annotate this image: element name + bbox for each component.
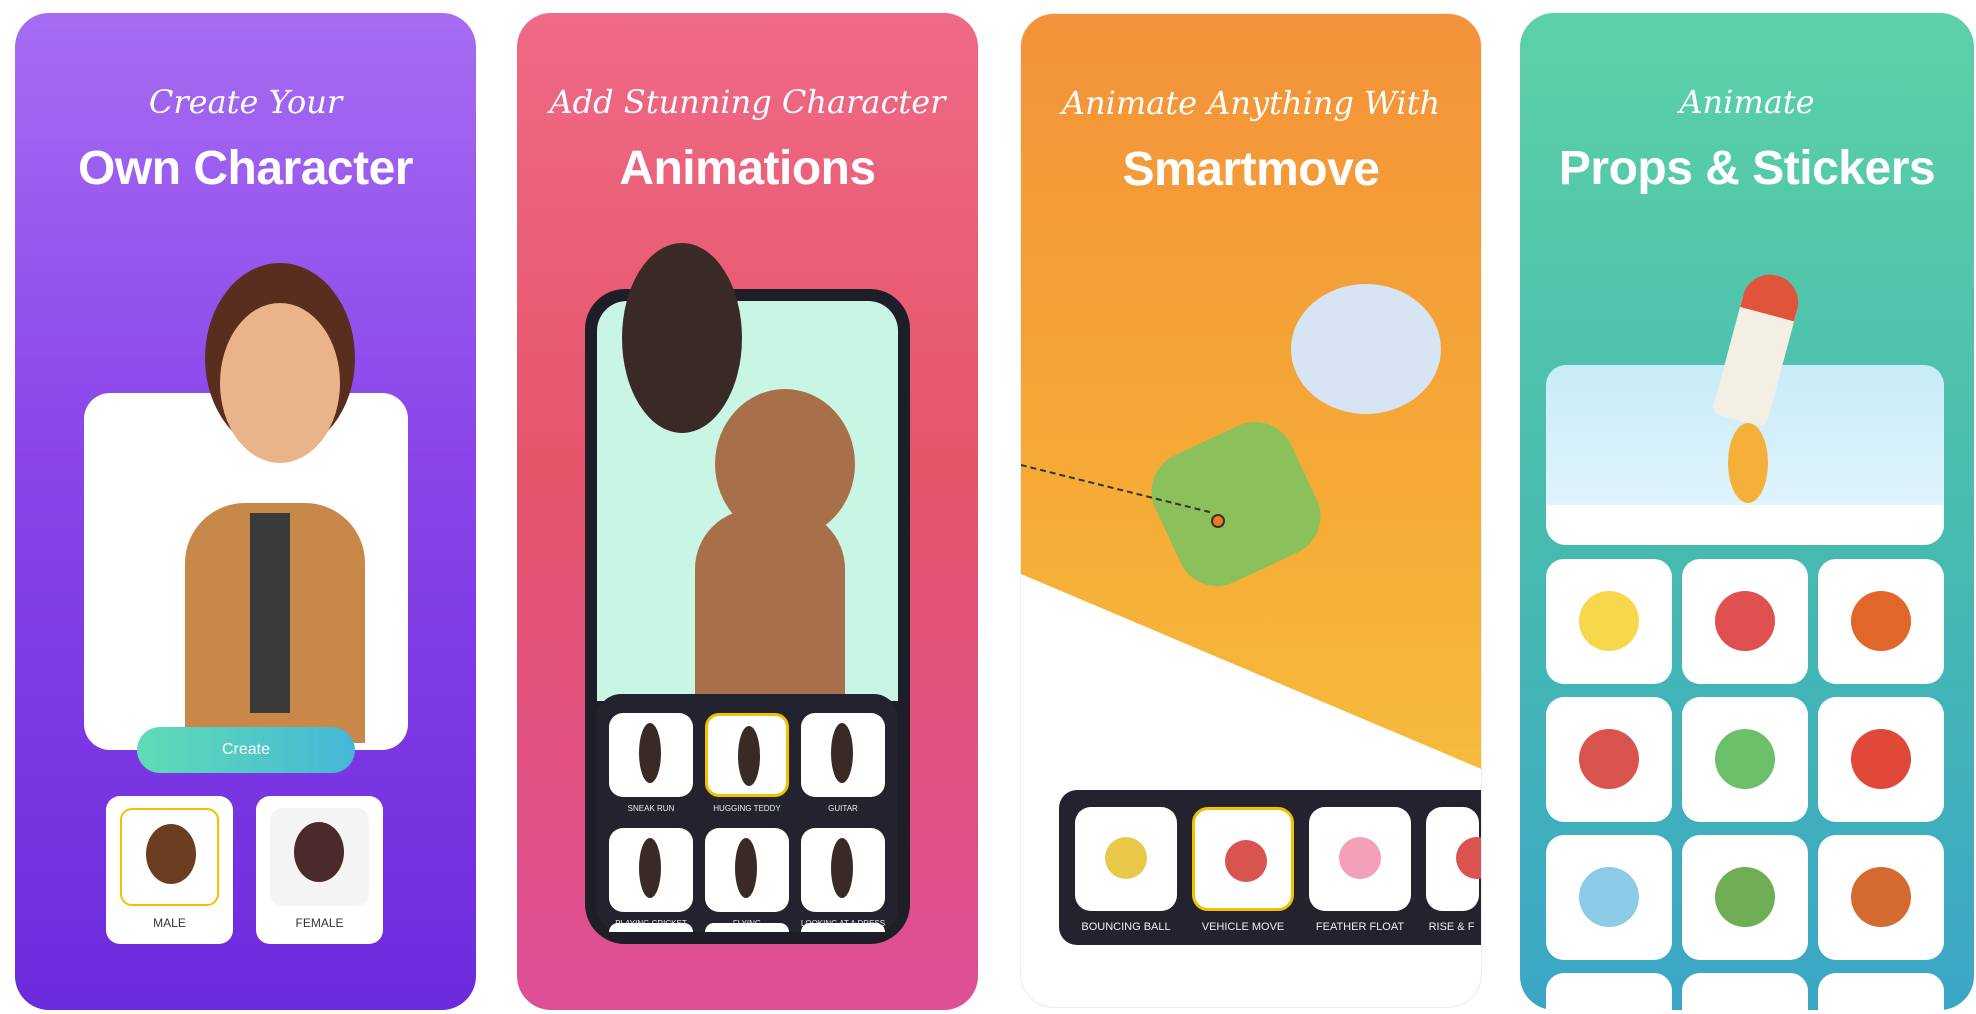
bell-icon (1579, 729, 1639, 789)
animation-tile[interactable] (801, 923, 885, 932)
sticker-tile[interactable] (1546, 835, 1672, 960)
animation-tile[interactable] (705, 923, 789, 932)
character-thumbnail (639, 838, 661, 898)
character-thumbnail (831, 838, 853, 898)
sticker-tile[interactable] (1546, 559, 1672, 684)
screenshot-create-character: Create Your Own Character Create MALE FE… (15, 13, 476, 1010)
move-label: VEHICLE MOVE (1201, 921, 1285, 933)
screenshot-smartmove: Animate Anything With Smartmove BOUNCING… (1020, 13, 1482, 1008)
crab-icon (1851, 729, 1911, 789)
animation-tile[interactable] (609, 828, 693, 912)
move-tile[interactable] (1192, 807, 1294, 911)
headline: Props & Stickers (1558, 142, 1936, 195)
character-thumbnail (738, 726, 760, 786)
pumpkin-icon (1851, 591, 1911, 651)
move-label: RISE & F (1428, 921, 1475, 933)
move-label: BOUNCING BALL (1081, 921, 1171, 933)
tagline: Animate Anything With (1061, 84, 1441, 122)
tagline: Add Stunning Character (549, 83, 946, 121)
tagline: Create Your (148, 83, 343, 121)
character-thumbnail (735, 838, 757, 898)
car-icon (1579, 867, 1639, 927)
move-label: FEATHER FLOAT (1315, 921, 1405, 933)
animation-tile[interactable] (609, 923, 693, 932)
headline: Own Character (78, 142, 413, 195)
animation-tile[interactable] (801, 828, 885, 912)
tagline: Animate (1679, 83, 1815, 121)
animation-tile[interactable] (705, 713, 789, 797)
balloon-icon (1456, 837, 1481, 879)
sticker-tile[interactable] (1546, 973, 1672, 1010)
sticker-tile[interactable] (1682, 559, 1808, 684)
move-tile[interactable] (1075, 807, 1177, 911)
animation-tile[interactable] (705, 828, 789, 912)
screenshot-props-stickers: Animate Props & Stickers (1520, 13, 1974, 1010)
move-tile[interactable] (1426, 807, 1481, 911)
sticker-tile[interactable] (1546, 697, 1672, 822)
recycle-icon (1715, 729, 1775, 789)
sticker-tile[interactable] (1818, 559, 1944, 684)
create-button[interactable]: Create (137, 727, 355, 773)
car-icon (1225, 840, 1267, 882)
move-tile[interactable] (1309, 807, 1411, 911)
ball-icon (1105, 837, 1147, 879)
sticker-tile[interactable] (1818, 835, 1944, 960)
girl-illustration (622, 243, 742, 433)
sticker-tile[interactable] (1818, 697, 1944, 822)
screenshot-animations: Add Stunning Character Animations SNEAK … (517, 13, 978, 1010)
alarm-clock-icon (1715, 591, 1775, 651)
basketball-icon (1851, 867, 1911, 927)
paint-splash-icon (1715, 867, 1775, 927)
character-illustration (165, 263, 385, 743)
character-thumbnail (831, 723, 853, 783)
option-female[interactable]: FEMALE (256, 796, 383, 944)
character-thumbnail (639, 723, 661, 783)
option-male[interactable]: MALE (106, 796, 233, 944)
headline: Smartmove (1122, 143, 1380, 196)
sticker-tile[interactable] (1682, 835, 1808, 960)
sticker-tile[interactable] (1818, 973, 1944, 1010)
headline: Animations (619, 142, 876, 195)
animation-label: HUGGING TEDDY (713, 804, 781, 813)
sticker-tile[interactable] (1682, 697, 1808, 822)
animation-label: SNEAK RUN (627, 804, 675, 813)
animation-tile[interactable] (801, 713, 885, 797)
animation-label: GUITAR (828, 804, 858, 813)
feather-icon (1339, 837, 1381, 879)
sticker-tile[interactable] (1682, 973, 1808, 1010)
sun-icon (1579, 591, 1639, 651)
animation-tile[interactable] (609, 713, 693, 797)
